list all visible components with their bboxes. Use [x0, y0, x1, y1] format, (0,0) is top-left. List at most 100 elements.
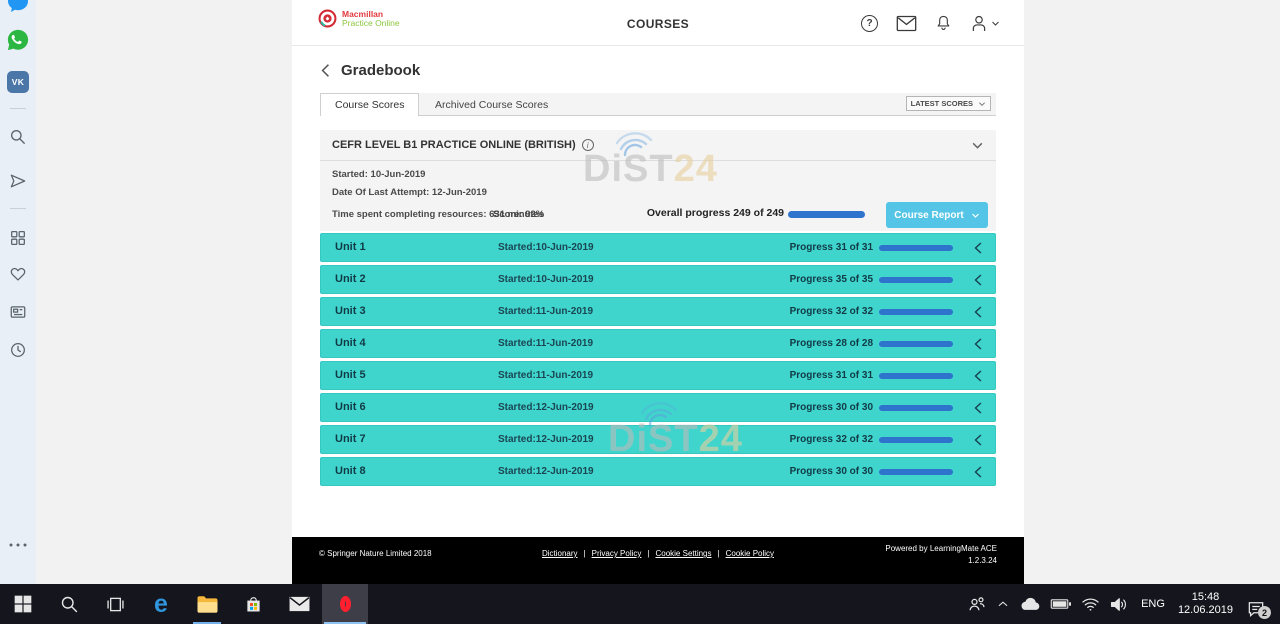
macmillan-logo[interactable]: Macmillan Practice Online: [318, 9, 400, 28]
unit-row[interactable]: Unit 3 Started:11-Jun-2019 Progress 32 o…: [320, 297, 996, 326]
clock[interactable]: 15:48 12.06.2019: [1178, 591, 1233, 617]
unit-name: Unit 8: [335, 465, 366, 477]
windows-taskbar: e: [0, 584, 1280, 624]
volume-icon[interactable]: [1109, 596, 1128, 613]
tray-date: 12.06.2019: [1178, 604, 1233, 616]
unit-row[interactable]: Unit 7 Started:12-Jun-2019 Progress 32 o…: [320, 425, 996, 454]
chevron-left-icon[interactable]: [973, 241, 983, 255]
back-icon[interactable]: [319, 63, 332, 78]
unit-name: Unit 3: [335, 305, 366, 317]
apps-grid-icon[interactable]: [9, 229, 28, 248]
link-privacy-policy[interactable]: Privacy Policy: [592, 549, 642, 558]
tray-time: 15:48: [1192, 591, 1220, 603]
unit-started: Started:12-Jun-2019: [498, 402, 594, 413]
unit-started: Started:12-Jun-2019: [498, 434, 594, 445]
unit-progress-bar: [879, 309, 953, 315]
macmillan-logo-icon: [318, 9, 337, 28]
logo-line2: Practice Online: [342, 19, 400, 28]
help-icon[interactable]: ?: [861, 15, 878, 32]
page-footer: © Springer Nature Limited 2018 Dictionar…: [292, 537, 1024, 584]
file-explorer-icon[interactable]: [184, 584, 230, 624]
info-icon[interactable]: i: [582, 139, 594, 151]
link-separator: |: [718, 549, 720, 558]
unit-started: Started:12-Jun-2019: [498, 466, 594, 477]
send-icon[interactable]: [8, 171, 28, 191]
opera-icon[interactable]: [322, 584, 368, 624]
app-header: Macmillan Practice Online COURSES ?: [292, 0, 1024, 46]
unit-row[interactable]: Unit 6 Started:12-Jun-2019 Progress 30 o…: [320, 393, 996, 422]
unit-progress-bar: [879, 469, 953, 475]
chevron-left-icon[interactable]: [973, 433, 983, 447]
unit-name: Unit 2: [335, 273, 366, 285]
course-header[interactable]: CEFR LEVEL B1 PRACTICE ONLINE (BRITISH) …: [320, 130, 996, 161]
course-last-attempt: Date Of Last Attempt: 12-Jun-2019: [332, 187, 487, 198]
chevron-left-icon[interactable]: [973, 401, 983, 415]
unit-started: Started:10-Jun-2019: [498, 242, 594, 253]
taskbar-search-icon[interactable]: [46, 584, 92, 624]
unit-started: Started:10-Jun-2019: [498, 274, 594, 285]
unit-progress-label: Progress 31 of 31: [790, 370, 873, 381]
mail-icon[interactable]: [896, 15, 917, 32]
task-view-icon[interactable]: [92, 584, 138, 624]
unit-row[interactable]: Unit 5 Started:11-Jun-2019 Progress 31 o…: [320, 361, 996, 390]
edge-icon[interactable]: e: [138, 584, 184, 624]
battery-icon[interactable]: [1050, 597, 1072, 611]
heart-icon[interactable]: [9, 265, 28, 284]
latest-scores-dropdown[interactable]: LATEST SCORES: [906, 96, 991, 111]
tab-course-scores[interactable]: Course Scores: [320, 93, 419, 116]
wifi-icon[interactable]: [1081, 596, 1100, 612]
store-icon[interactable]: [230, 584, 276, 624]
unit-progress-label: Progress 32 of 32: [790, 434, 873, 445]
course-panel: CEFR LEVEL B1 PRACTICE ONLINE (BRITISH) …: [320, 130, 996, 231]
people-icon[interactable]: [967, 594, 987, 614]
tab-archived-course-scores[interactable]: Archived Course Scores: [421, 93, 562, 116]
chevron-left-icon[interactable]: [973, 465, 983, 479]
unit-progress-bar: [879, 245, 953, 251]
unit-progress-label: Progress 30 of 30: [790, 466, 873, 477]
unit-row[interactable]: Unit 4 Started:11-Jun-2019 Progress 28 o…: [320, 329, 996, 358]
language-indicator[interactable]: ENG: [1137, 598, 1169, 610]
powered-by: Powered by LearningMate ACE: [885, 544, 997, 553]
more-icon[interactable]: [10, 544, 27, 547]
chevron-left-icon[interactable]: [973, 273, 983, 287]
action-center-icon[interactable]: 2: [1242, 584, 1270, 624]
unit-progress-label: Progress 28 of 28: [790, 338, 873, 349]
unit-started: Started:11-Jun-2019: [498, 370, 593, 381]
page-title: Gradebook: [341, 62, 420, 79]
unit-progress-bar: [879, 341, 953, 347]
search-icon[interactable]: [8, 127, 28, 147]
link-cookie-policy[interactable]: Cookie Policy: [726, 549, 774, 558]
chevron-left-icon[interactable]: [973, 369, 983, 383]
news-icon[interactable]: [9, 303, 28, 322]
version: 1.2.3.24: [968, 556, 997, 565]
history-clock-icon[interactable]: [9, 341, 28, 360]
unit-row[interactable]: Unit 8 Started:12-Jun-2019 Progress 30 o…: [320, 457, 996, 486]
onedrive-icon[interactable]: [1019, 596, 1041, 612]
unit-name: Unit 7: [335, 433, 366, 445]
gradebook-tabs: Course Scores Archived Course Scores LAT…: [320, 93, 996, 116]
link-dictionary[interactable]: Dictionary: [542, 549, 578, 558]
chevron-left-icon[interactable]: [973, 305, 983, 319]
course-report-button[interactable]: Course Report: [886, 202, 988, 228]
vk-icon[interactable]: VK: [7, 71, 29, 93]
link-separator: |: [584, 549, 586, 558]
link-cookie-settings[interactable]: Cookie Settings: [655, 549, 711, 558]
unit-row[interactable]: Unit 2 Started:10-Jun-2019 Progress 35 o…: [320, 265, 996, 294]
unit-progress-label: Progress 32 of 32: [790, 306, 873, 317]
nav-courses[interactable]: COURSES: [627, 17, 689, 31]
chevron-down-icon[interactable]: [971, 139, 984, 152]
social-sidebar: VK: [0, 0, 36, 584]
chevron-left-icon[interactable]: [973, 337, 983, 351]
tray-expand-icon[interactable]: [996, 597, 1010, 611]
start-icon[interactable]: [0, 584, 46, 624]
unit-name: Unit 1: [335, 241, 366, 253]
messenger-icon[interactable]: [6, 0, 30, 14]
mail-app-icon[interactable]: [276, 584, 322, 624]
unit-row[interactable]: Unit 1 Started:10-Jun-2019 Progress 31 o…: [320, 233, 996, 262]
account-icon[interactable]: [970, 14, 1000, 33]
overall-progress-bar: [788, 211, 865, 218]
bell-icon[interactable]: [935, 14, 952, 33]
course-score: Score: 92%: [493, 209, 544, 220]
copyright: © Springer Nature Limited 2018: [319, 549, 432, 558]
whatsapp-icon[interactable]: [7, 29, 29, 51]
